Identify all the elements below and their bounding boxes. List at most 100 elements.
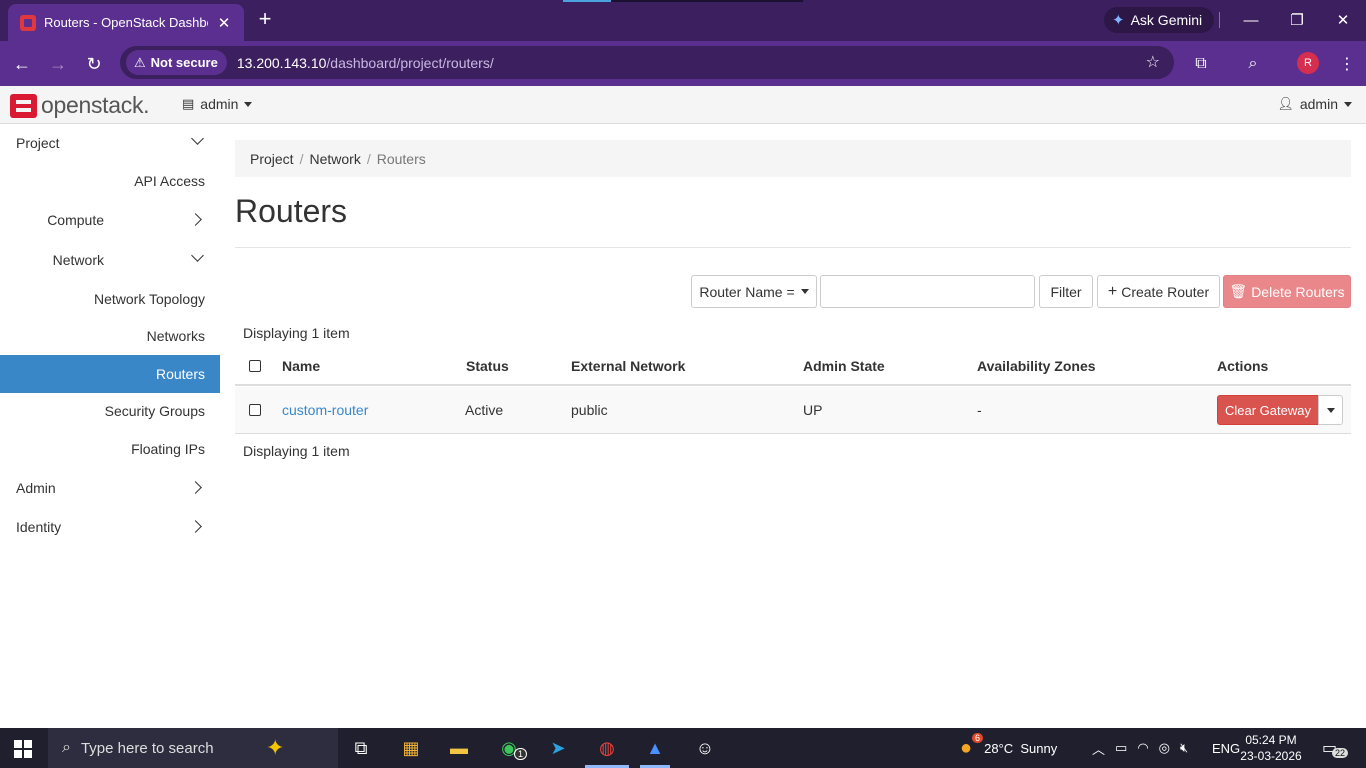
sidebar-item-compute[interactable]: Compute <box>0 201 220 239</box>
app-triangle-icon[interactable]: ▲ <box>640 734 670 762</box>
minimize-icon[interactable]: — <box>1228 0 1274 40</box>
chevron-down-icon <box>191 249 204 262</box>
language-indicator[interactable]: ENG <box>1212 728 1240 768</box>
project-list-icon: ▤ <box>182 96 195 111</box>
sidebar-item-networks[interactable]: Networks <box>0 317 220 355</box>
row-actions-dropdown[interactable] <box>1318 395 1343 425</box>
notification-center-icon[interactable]: ▭ 22 <box>1322 728 1349 768</box>
table-header-row: Name Status External Network Admin State… <box>235 347 1351 386</box>
weather-sun-icon: ● 6 <box>960 732 984 760</box>
sidebar-item-api-access[interactable]: API Access <box>0 162 220 200</box>
address-bar[interactable]: ⚠ Not secure 13.200.143.10/dashboard/pro… <box>120 46 1174 79</box>
ask-gemini-button[interactable]: ✦ Ask Gemini <box>1104 7 1215 33</box>
cast-search-icon[interactable]: ⌕ <box>1242 53 1264 75</box>
sidebar-item-project[interactable]: Project <box>0 124 220 162</box>
whatsapp-icon[interactable]: ◉ 1 <box>494 734 528 762</box>
column-header-name[interactable]: Name <box>282 347 320 384</box>
column-header-status[interactable]: Status <box>466 347 509 384</box>
notification-count: 22 <box>1332 748 1349 758</box>
breadcrumb-current: Routers <box>376 150 426 167</box>
chevron-right-icon <box>189 213 202 226</box>
filter-field-dropdown[interactable]: Router Name = <box>691 275 817 308</box>
windows-taskbar: ⌕ Type here to search ✦ ⧉ ▦ ▬ ◉ 1 ➤ ◍ ▲ … <box>0 728 1366 768</box>
tray-overflow-chevron-icon[interactable]: ︿ <box>1092 739 1105 758</box>
speaker-muted-icon[interactable]: 🔇︎ <box>1180 740 1188 756</box>
url-path: /dashboard/project/routers/ <box>326 54 494 71</box>
router-name-link[interactable]: custom-router <box>282 387 368 433</box>
reload-icon[interactable]: ↻ <box>80 50 108 78</box>
new-tab-plus-icon[interactable]: + <box>254 8 276 30</box>
sidebar-item-network[interactable]: Network <box>0 241 220 279</box>
row-checkbox[interactable] <box>249 404 261 416</box>
back-arrow-icon[interactable]: ← <box>8 50 36 78</box>
bookmark-star-icon[interactable]: ☆ <box>1146 52 1160 72</box>
row-select-cell <box>249 387 261 433</box>
openstack-logo[interactable]: openstack. <box>10 92 150 119</box>
sidebar-item-admin[interactable]: Admin <box>0 469 220 507</box>
browser-menu-kebab-icon[interactable]: ⋮ <box>1336 53 1358 75</box>
sidebar-item-security-groups[interactable]: Security Groups <box>0 392 220 430</box>
wifi-icon[interactable]: ◠ <box>1137 740 1148 756</box>
create-router-button[interactable]: + Create Router <box>1097 275 1220 308</box>
sidebar-item-floating-ips[interactable]: Floating IPs <box>0 430 220 468</box>
item-count-top: Displaying 1 item <box>243 325 350 341</box>
sidebar-item-label: Compute <box>47 212 104 228</box>
router-status: Active <box>465 402 504 418</box>
restore-icon[interactable]: ❐ <box>1274 0 1320 40</box>
sidebar-item-label: Identity <box>16 519 62 535</box>
profile-avatar[interactable]: R <box>1297 52 1319 74</box>
sidebar-item-label: Network Topology <box>93 291 205 307</box>
not-secure-chip[interactable]: ⚠ Not secure <box>126 50 227 75</box>
openstack-logo-icon <box>10 93 37 118</box>
delete-routers-button[interactable]: 🗑︎ Delete Routers <box>1223 275 1351 308</box>
weather-widget[interactable]: ● 6 28°C Sunny <box>960 728 1057 768</box>
forward-arrow-icon[interactable]: → <box>44 50 72 78</box>
select-all-checkbox[interactable] <box>249 359 261 372</box>
column-header-external-network[interactable]: External Network <box>571 347 685 384</box>
sidebar-nav: Project API Access Compute Network Netwo… <box>0 124 220 728</box>
chevron-down-icon <box>191 132 204 145</box>
column-header-admin-state[interactable]: Admin State <box>803 347 885 384</box>
sidebar-item-identity[interactable]: Identity <box>0 508 220 546</box>
taskbar-search-box[interactable]: ⌕ Type here to search ✦ <box>48 728 338 768</box>
project-selector[interactable]: ▤ admin <box>182 96 253 112</box>
chrome-icon[interactable]: ◍ <box>592 734 622 762</box>
router-external-network: public <box>571 402 608 418</box>
window-close-icon[interactable]: ✕ <box>1320 0 1366 40</box>
filter-button[interactable]: Filter <box>1039 275 1093 308</box>
project-selector-label: admin <box>200 96 239 112</box>
search-icon: ⌕ <box>62 739 71 756</box>
weather-text: 28°C Sunny <box>984 740 1058 756</box>
title-divider <box>235 247 1351 248</box>
browser-tab-routers[interactable]: Routers - OpenStack Dashboard ✕ <box>8 4 244 41</box>
battery-icon[interactable]: ▭ <box>1115 740 1127 756</box>
sidebar-item-network-topology[interactable]: Network Topology <box>0 280 220 318</box>
telegram-icon[interactable]: ➤ <box>543 734 573 762</box>
tab-close-icon[interactable]: ✕ <box>214 14 234 32</box>
file-explorer-icon[interactable]: ▬ <box>444 734 474 762</box>
microsoft-store-icon[interactable]: ▦ <box>396 734 426 762</box>
breadcrumb-separator: / <box>299 150 304 167</box>
windows-start-icon[interactable] <box>14 740 32 758</box>
sidebar-item-routers[interactable]: Routers <box>0 355 220 393</box>
task-view-icon[interactable]: ⧉ <box>346 734 376 762</box>
column-header-availability-zones[interactable]: Availability Zones <box>977 347 1096 384</box>
gemini-sparkle-icon: ✦ <box>1112 12 1125 29</box>
taskbar-clock[interactable]: 05:24 PM 23-03-2026 <box>1240 732 1302 764</box>
url-host: 13.200.143.10 <box>236 54 327 71</box>
breadcrumb-project[interactable]: Project <box>250 151 294 167</box>
column-header-actions: Actions <box>1217 357 1269 374</box>
url-text[interactable]: 13.200.143.10/dashboard/project/routers/ <box>237 55 494 71</box>
app-character-icon[interactable]: ☺ <box>690 734 720 762</box>
clear-gateway-label: Clear Gateway <box>1225 402 1311 418</box>
meet-now-icon[interactable]: ◎ <box>1159 740 1170 756</box>
filter-input[interactable] <box>820 275 1035 308</box>
sidebar-item-label: Admin <box>16 480 56 496</box>
caret-down-icon <box>1344 101 1352 107</box>
extensions-puzzle-icon[interactable]: ⧉ <box>1190 53 1212 75</box>
clear-gateway-button[interactable]: Clear Gateway <box>1217 395 1319 425</box>
breadcrumb-network[interactable]: Network <box>309 151 360 167</box>
breadcrumb-separator: / <box>366 150 371 167</box>
sidebar-item-label: Project <box>16 135 60 151</box>
user-menu[interactable]: 👤︎ admin <box>1277 96 1352 112</box>
